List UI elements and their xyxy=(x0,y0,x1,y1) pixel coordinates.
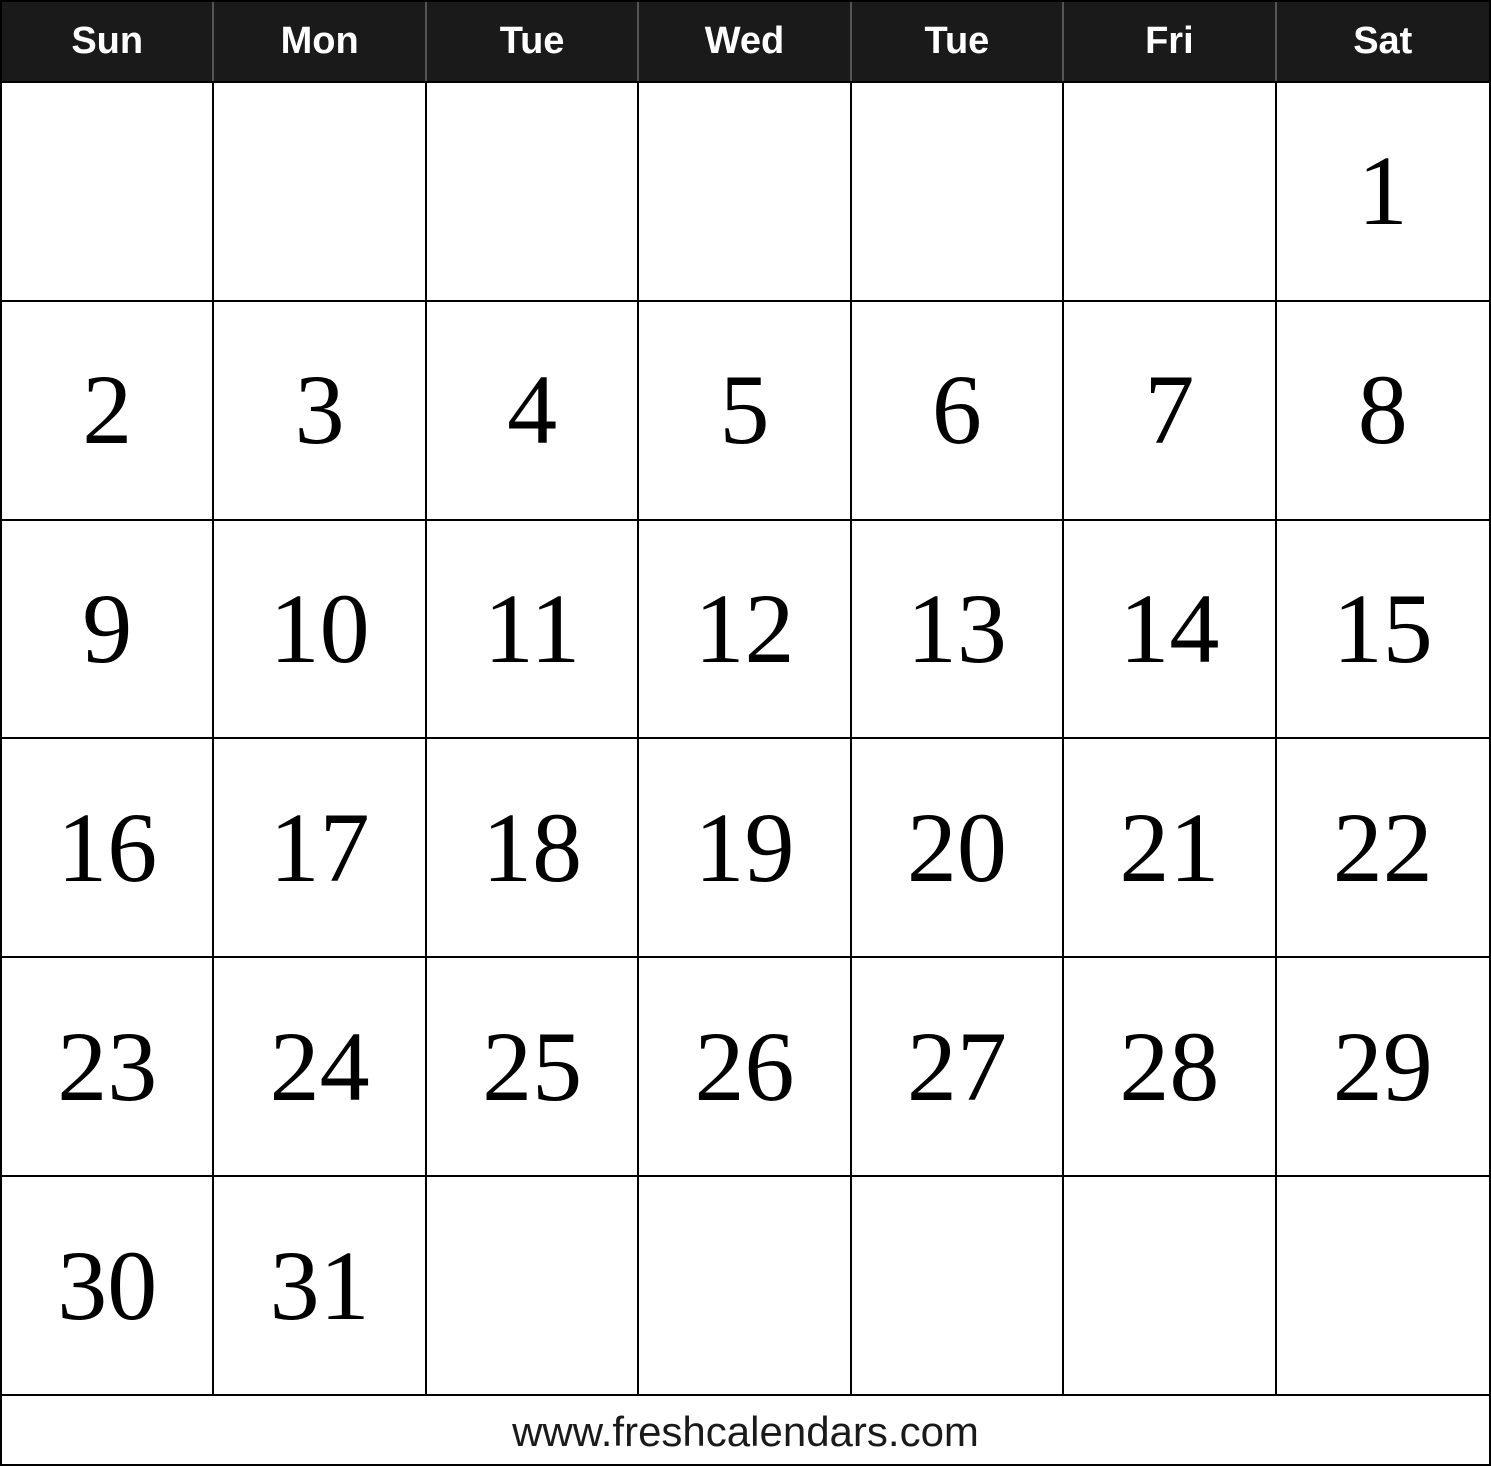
day-cell-7: 7 xyxy=(1064,302,1276,519)
day-cell-6: 6 xyxy=(852,302,1064,519)
header-day-mon: Mon xyxy=(214,2,426,81)
day-number-20: 20 xyxy=(907,798,1007,898)
day-cell-19: 19 xyxy=(639,739,851,956)
day-cell-16: 16 xyxy=(2,739,214,956)
day-cell-13: 13 xyxy=(852,521,1064,738)
day-cell-2: 2 xyxy=(2,302,214,519)
day-number-17: 17 xyxy=(270,798,370,898)
empty-cell xyxy=(852,83,1064,300)
empty-cell xyxy=(2,83,214,300)
day-number-28: 28 xyxy=(1119,1017,1219,1117)
day-number-13: 13 xyxy=(907,579,1007,679)
day-cell-27: 27 xyxy=(852,958,1064,1175)
empty-cell xyxy=(1064,1177,1276,1394)
day-number-1: 1 xyxy=(1358,141,1408,241)
day-number-16: 16 xyxy=(57,798,157,898)
day-number-10: 10 xyxy=(270,579,370,679)
calendar-row-2: 9 10 11 12 13 14 15 xyxy=(2,521,1489,740)
calendar: SunMonTueWedTueFriSat 123456789101112131… xyxy=(0,0,1491,1466)
day-cell-8: 8 xyxy=(1277,302,1489,519)
day-number-25: 25 xyxy=(482,1017,582,1117)
empty-cell xyxy=(1277,1177,1489,1394)
day-cell-29: 29 xyxy=(1277,958,1489,1175)
day-number-27: 27 xyxy=(907,1017,1007,1117)
day-number-18: 18 xyxy=(482,798,582,898)
day-cell-10: 10 xyxy=(214,521,426,738)
day-cell-15: 15 xyxy=(1277,521,1489,738)
calendar-row-5: 30 31 xyxy=(2,1177,1489,1394)
day-number-29: 29 xyxy=(1333,1017,1433,1117)
empty-cell xyxy=(427,83,639,300)
calendar-row-3: 16 17 18 19 20 21 22 xyxy=(2,739,1489,958)
header-day-sat: Sat xyxy=(1277,2,1489,81)
day-number-19: 19 xyxy=(694,798,794,898)
header-day-fri: Fri xyxy=(1064,2,1276,81)
day-cell-21: 21 xyxy=(1064,739,1276,956)
calendar-header: SunMonTueWedTueFriSat xyxy=(2,2,1489,83)
day-cell-14: 14 xyxy=(1064,521,1276,738)
day-number-3: 3 xyxy=(295,360,345,460)
day-number-12: 12 xyxy=(694,579,794,679)
header-day-sun: Sun xyxy=(2,2,214,81)
empty-cell xyxy=(214,83,426,300)
day-number-2: 2 xyxy=(82,360,132,460)
calendar-row-4: 23 24 25 26 27 28 29 xyxy=(2,958,1489,1177)
day-cell-3: 3 xyxy=(214,302,426,519)
header-day-wed: Wed xyxy=(639,2,851,81)
footer-url: www.freshcalendars.com xyxy=(512,1408,979,1455)
calendar-body: 1234567891011121314151617181920212223242… xyxy=(2,83,1489,1394)
day-number-8: 8 xyxy=(1358,360,1408,460)
header-day-tue: Tue xyxy=(427,2,639,81)
calendar-row-1: 2 3 4 5 6 7 8 xyxy=(2,302,1489,521)
day-cell-24: 24 xyxy=(214,958,426,1175)
day-cell-22: 22 xyxy=(1277,739,1489,956)
day-number-14: 14 xyxy=(1119,579,1219,679)
day-number-9: 9 xyxy=(82,579,132,679)
day-cell-18: 18 xyxy=(427,739,639,956)
day-number-4: 4 xyxy=(507,360,557,460)
day-cell-11: 11 xyxy=(427,521,639,738)
day-cell-4: 4 xyxy=(427,302,639,519)
day-cell-17: 17 xyxy=(214,739,426,956)
day-cell-1: 1 xyxy=(1277,83,1489,300)
day-number-30: 30 xyxy=(57,1236,157,1336)
day-cell-5: 5 xyxy=(639,302,851,519)
day-cell-26: 26 xyxy=(639,958,851,1175)
empty-cell xyxy=(427,1177,639,1394)
day-cell-9: 9 xyxy=(2,521,214,738)
calendar-footer: www.freshcalendars.com xyxy=(2,1394,1489,1464)
day-cell-12: 12 xyxy=(639,521,851,738)
day-number-21: 21 xyxy=(1119,798,1219,898)
day-number-22: 22 xyxy=(1333,798,1433,898)
day-cell-23: 23 xyxy=(2,958,214,1175)
day-number-7: 7 xyxy=(1144,360,1194,460)
day-number-31: 31 xyxy=(270,1236,370,1336)
day-cell-30: 30 xyxy=(2,1177,214,1394)
day-cell-31: 31 xyxy=(214,1177,426,1394)
empty-cell xyxy=(639,1177,851,1394)
calendar-row-0: 1 xyxy=(2,83,1489,302)
day-number-5: 5 xyxy=(719,360,769,460)
day-number-6: 6 xyxy=(932,360,982,460)
header-day-tue: Tue xyxy=(852,2,1064,81)
day-cell-25: 25 xyxy=(427,958,639,1175)
day-cell-20: 20 xyxy=(852,739,1064,956)
empty-cell xyxy=(852,1177,1064,1394)
day-number-11: 11 xyxy=(484,579,580,679)
day-number-23: 23 xyxy=(57,1017,157,1117)
day-number-26: 26 xyxy=(694,1017,794,1117)
day-number-24: 24 xyxy=(270,1017,370,1117)
empty-cell xyxy=(639,83,851,300)
day-number-15: 15 xyxy=(1333,579,1433,679)
empty-cell xyxy=(1064,83,1276,300)
day-cell-28: 28 xyxy=(1064,958,1276,1175)
